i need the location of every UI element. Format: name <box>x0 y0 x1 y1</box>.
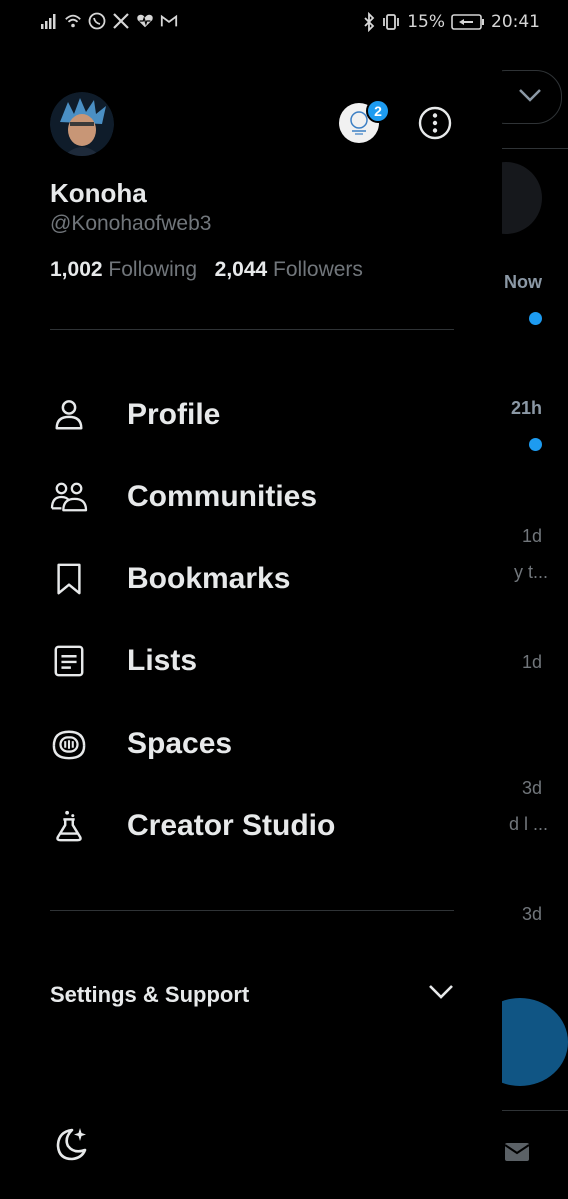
unread-dot <box>529 438 542 451</box>
whatsapp-icon <box>88 12 106 30</box>
timeline-time: Now <box>504 272 542 292</box>
home-timeline-peek: Now 21h 1d y t... 1d 3d d l ... 3d <box>500 48 568 1199</box>
settings-support-label: Settings & Support <box>50 982 250 1007</box>
signal-icon <box>41 14 56 29</box>
gmail-icon <box>160 14 178 27</box>
avatar-image <box>50 92 114 156</box>
bottom-nav-divider <box>500 1110 568 1111</box>
moon-sparkle-icon <box>56 1128 87 1161</box>
compose-button <box>500 998 568 1086</box>
nav-item-profile[interactable]: Profile <box>50 385 470 445</box>
nav-item-label: Creator Studio <box>127 809 336 842</box>
more-options-button[interactable] <box>417 105 453 141</box>
nav-item-spaces[interactable]: Spaces <box>50 714 470 774</box>
notification-badge: 2 <box>366 99 390 123</box>
communities-icon <box>50 478 88 516</box>
nav-item-communities[interactable]: Communities <box>50 467 470 527</box>
bluetooth-icon <box>364 12 375 32</box>
health-icon <box>137 14 153 28</box>
followers-label: Followers <box>273 258 363 281</box>
timeline-time: 1d <box>521 652 542 672</box>
flask-icon <box>50 807 88 845</box>
user-handle: @Konohaofweb3 <box>50 212 212 235</box>
x-app-icon <box>113 13 129 29</box>
bookmark-icon <box>50 560 88 598</box>
timeline-snippet: d l ... <box>508 814 548 834</box>
person-icon <box>50 396 88 434</box>
follow-stats: 1,002 Following 2,044 Followers <box>50 258 363 282</box>
status-left-icons <box>40 12 178 30</box>
battery-percent: 15% <box>407 12 445 32</box>
nav-item-bookmarks[interactable]: Bookmarks <box>50 549 470 609</box>
battery-saver-icon <box>451 14 484 30</box>
nav-item-label: Communities <box>127 480 318 513</box>
timeline-snippet: y t... <box>513 562 548 582</box>
nav-item-lists[interactable]: Lists <box>50 631 470 691</box>
divider <box>50 329 454 330</box>
chevron-down-icon <box>519 89 541 102</box>
unread-dot <box>529 312 542 325</box>
timeline-avatar <box>500 162 542 234</box>
nav-item-label: Spaces <box>127 727 233 760</box>
timeline-time: 3d <box>521 904 542 924</box>
divider <box>50 910 454 911</box>
following-link[interactable]: 1,002 Following <box>50 258 203 281</box>
timeline-time: 3d <box>521 778 542 798</box>
status-right-icons: 15% 20:41 <box>363 12 540 32</box>
spaces-icon <box>50 725 88 763</box>
followers-count: 2,044 <box>214 258 268 281</box>
vibrate-icon <box>383 14 400 30</box>
clock: 20:41 <box>491 12 540 32</box>
display-name[interactable]: Konoha <box>50 178 147 209</box>
followers-link[interactable]: 2,044 Followers <box>215 258 363 281</box>
nav-item-label: Lists <box>127 644 198 677</box>
nav-item-creator-studio[interactable]: Creator Studio <box>50 796 470 856</box>
chevron-down-icon <box>429 985 453 999</box>
avatar[interactable] <box>50 92 114 156</box>
timeline-divider <box>500 148 568 149</box>
nav-item-label: Bookmarks <box>127 562 291 595</box>
messages-icon <box>504 1143 530 1161</box>
following-label: Following <box>108 258 198 281</box>
display-theme-button[interactable] <box>50 1124 90 1164</box>
status-bar: 15% 20:41 <box>0 0 568 48</box>
nav-item-label: Profile <box>127 398 221 431</box>
navigation-drawer: 2 Konoha @Konohaofweb3 1,002 Following 2… <box>0 0 502 1199</box>
timeline-time: 21h <box>510 398 542 418</box>
timeline-time: 1d <box>521 526 542 546</box>
more-vertical-icon <box>418 106 452 140</box>
settings-support-toggle[interactable]: Settings & Support <box>50 976 454 1016</box>
following-count: 1,002 <box>50 258 103 281</box>
wifi-icon <box>65 14 81 28</box>
list-icon <box>50 642 88 680</box>
